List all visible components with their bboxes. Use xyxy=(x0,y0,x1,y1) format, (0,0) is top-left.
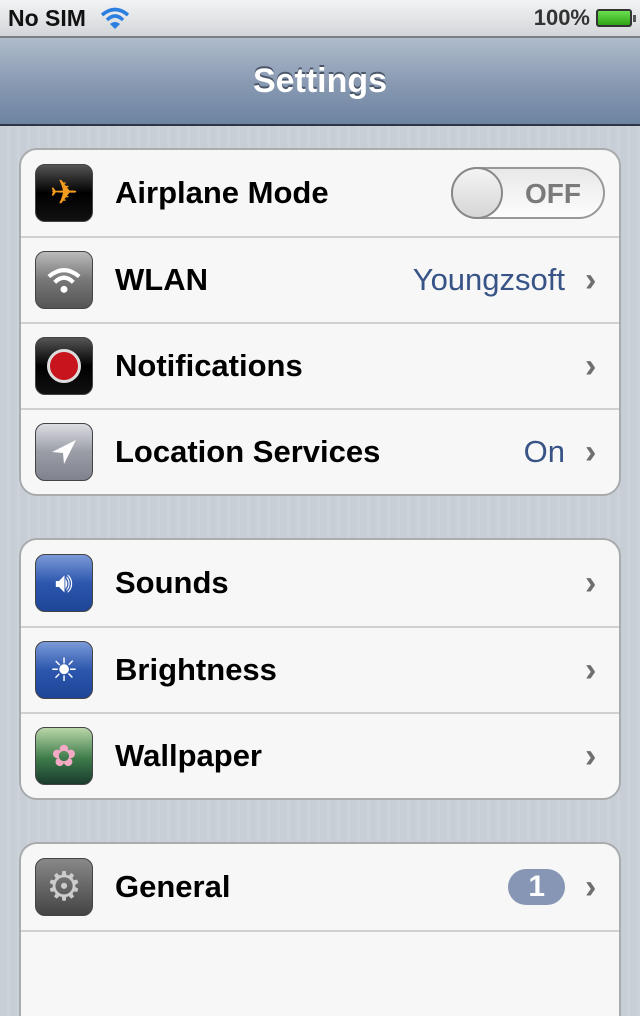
navigation-bar: Settings xyxy=(0,38,640,126)
chevron-right-icon: › xyxy=(585,867,597,906)
row-label: Airplane Mode xyxy=(115,175,329,210)
row-next-partial[interactable] xyxy=(21,930,619,1016)
chevron-right-icon: › xyxy=(585,563,597,602)
speaker-icon: 🔊︎ xyxy=(35,554,93,612)
battery-charging-icon xyxy=(596,9,636,27)
sun-icon: ☀ xyxy=(35,641,93,699)
row-label: WLAN xyxy=(115,262,208,297)
row-label: Wallpaper xyxy=(115,738,262,773)
chevron-right-icon: › xyxy=(585,650,597,689)
toggle-state: OFF xyxy=(525,178,581,209)
settings-group-display: 🔊︎ Sounds › ☀ Brightness › ✿ Wallpaper › xyxy=(19,538,621,800)
row-label: Location Services xyxy=(115,434,381,469)
wifi-settings-icon xyxy=(35,251,93,309)
row-wlan[interactable]: WLAN Youngzsoft › xyxy=(21,236,619,322)
settings-group-connectivity: ✈ Airplane Mode OFF WLAN Youngzsoft › No… xyxy=(19,148,621,496)
row-label: General xyxy=(115,869,231,904)
location-services-value: On xyxy=(523,434,565,469)
wlan-network-value: Youngzsoft xyxy=(412,262,565,297)
row-wallpaper[interactable]: ✿ Wallpaper › xyxy=(21,712,619,798)
row-sounds[interactable]: 🔊︎ Sounds › xyxy=(21,540,619,626)
row-airplane-mode: ✈ Airplane Mode OFF xyxy=(21,150,619,236)
update-badge: 1 xyxy=(508,869,565,905)
status-bar: No SIM 100% xyxy=(0,0,640,38)
chevron-right-icon: › xyxy=(585,432,597,471)
row-label: Notifications xyxy=(115,348,303,383)
carrier-label: No SIM xyxy=(8,4,86,31)
toggle-knob xyxy=(451,167,503,219)
settings-group-general: ⚙ General 1 › xyxy=(19,842,621,1016)
location-arrow-icon xyxy=(35,423,93,481)
chevron-right-icon: › xyxy=(585,260,597,299)
flower-wallpaper-icon: ✿ xyxy=(35,727,93,785)
battery-percent: 100% xyxy=(533,5,590,30)
airplane-mode-toggle[interactable]: OFF xyxy=(451,167,605,219)
wifi-icon xyxy=(100,7,130,29)
row-notifications[interactable]: Notifications › xyxy=(21,322,619,408)
page-title: Settings xyxy=(252,61,388,100)
chevron-right-icon: › xyxy=(585,736,597,775)
row-general[interactable]: ⚙ General 1 › xyxy=(21,844,619,930)
airplane-icon: ✈ xyxy=(35,164,93,222)
row-brightness[interactable]: ☀ Brightness › xyxy=(21,626,619,712)
notifications-icon xyxy=(35,337,93,395)
gear-icon: ⚙ xyxy=(35,858,93,916)
row-label: Brightness xyxy=(115,652,277,687)
row-location-services[interactable]: Location Services On › xyxy=(21,408,619,494)
row-label: Sounds xyxy=(115,565,229,600)
chevron-right-icon: › xyxy=(585,346,597,385)
